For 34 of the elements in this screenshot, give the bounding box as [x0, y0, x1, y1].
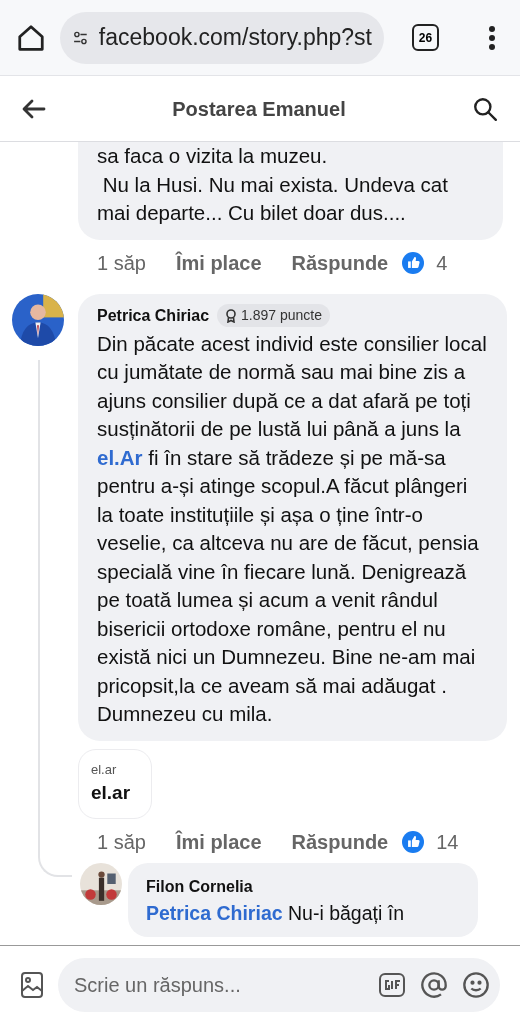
comment-text: Din păcate acest individ este consilier local cu jumătate de normă sau mai bine zis a ajuns consilier după ce a dat afară pe toți susținătorii de pe lustă lui până a juns la el.Ar fi în stare să trădeze și pe mă-sa pentru a-și atinge scopul.A făcut plângeri la toate instituțiile și așa o ține într-o veselie, ca altceva nu are de făcut, pensia specială vine în fiecare lună. Denigrează pe toată lumea și acum a venit rândul bisericii ortodoxe române, pentru el nu există nici un Dumnezeu. Bine ne-am mai pricopsit,la ce aveam să mai adăugat . Dumnezeu cu mila. — [97, 330, 488, 727]
emoji-icon[interactable] — [462, 971, 490, 999]
home-icon[interactable] — [16, 22, 46, 53]
search-icon[interactable] — [472, 95, 498, 122]
like-reaction-icon — [402, 251, 425, 274]
image-icon[interactable] — [20, 971, 44, 999]
comment-time: 1 săp — [97, 250, 146, 276]
reply-link[interactable]: Răspunde — [291, 826, 389, 857]
link-title: el.ar — [91, 781, 132, 805]
points-badge: 1.897 puncte — [217, 304, 331, 327]
tab-count-button[interactable]: 26 — [412, 24, 439, 51]
reaction-count: 14 — [436, 829, 459, 855]
author-name[interactable]: Petrica Chiriac — [97, 303, 210, 328]
like-link[interactable]: Îmi place — [175, 247, 262, 278]
link-preview-card[interactable]: el.ar el.ar — [78, 748, 152, 819]
reaction-count: 4 — [436, 250, 448, 276]
reply-input-field[interactable]: Scrie un răspuns... — [58, 958, 500, 1012]
comment-text: Petrica Chiriac Nu-i băgați în — [146, 900, 405, 926]
menu-icon[interactable] — [488, 24, 496, 51]
author-name[interactable]: Filon Cornelia — [146, 874, 460, 899]
gif-icon[interactable] — [378, 972, 406, 998]
back-arrow-icon[interactable] — [22, 98, 46, 119]
reply-link[interactable]: Răspunde — [291, 247, 389, 278]
url-text: facebook.com/story.php?st — [98, 23, 372, 53]
mention-link[interactable]: el.Ar — [97, 445, 143, 469]
mention-icon[interactable] — [420, 971, 448, 999]
like-reaction-icon — [402, 830, 425, 853]
comment-text: sa faca o vizita la muzeu. Nu la Husi. Nu mai exista. Undeva cat mai departe... Cu bilet doar dus.... — [97, 143, 449, 226]
mention-link[interactable]: Petrica Chiriac — [146, 901, 283, 924]
page-title: Postarea Emanuel — [171, 96, 347, 122]
address-bar[interactable]: facebook.com/story.php?st — [60, 11, 384, 64]
comment-time: 1 săp — [97, 829, 146, 855]
like-link[interactable]: Îmi place — [175, 826, 262, 857]
link-domain: el.ar — [91, 760, 118, 779]
